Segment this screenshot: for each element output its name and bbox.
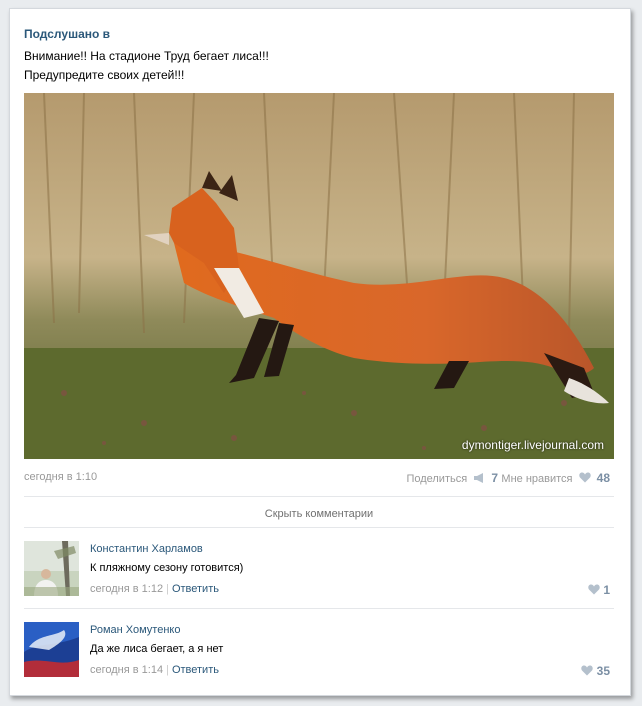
comment-author-link[interactable]: Роман Хомутенко bbox=[90, 624, 180, 636]
post-meta: сегодня в 1:10 Поделиться 7 Мне нравится… bbox=[24, 469, 614, 487]
comment-meta: сегодня в 1:12 | Ответить bbox=[90, 583, 219, 595]
separator: | bbox=[166, 583, 169, 595]
comment-like-button[interactable]: 1 bbox=[585, 583, 610, 598]
fox-photo-illustration bbox=[24, 93, 614, 459]
divider bbox=[24, 527, 614, 528]
heart-icon bbox=[578, 472, 591, 486]
comment-time[interactable]: сегодня в 1:14 bbox=[90, 664, 163, 676]
post-card: Подслушано в Внимание!! На стадионе Труд… bbox=[9, 8, 631, 696]
avatar[interactable] bbox=[24, 541, 79, 596]
comment-text: Да же лиса бегает, а я нет bbox=[90, 643, 224, 655]
share-label: Поделиться bbox=[406, 473, 468, 485]
comment-like-button[interactable]: 35 bbox=[578, 664, 610, 679]
post-text-line-2: Предупредите своих детей!!! bbox=[24, 68, 185, 82]
like-button[interactable]: Мне нравится 48 bbox=[501, 471, 610, 486]
post-text: Внимание!! На стадионе Труд бегает лиса!… bbox=[24, 47, 269, 85]
heart-icon bbox=[581, 665, 594, 679]
reply-button[interactable]: Ответить bbox=[172, 583, 219, 595]
comment-text: К пляжному сезону готовится) bbox=[90, 562, 244, 574]
comment-like-count: 35 bbox=[596, 664, 610, 678]
divider bbox=[24, 496, 614, 497]
like-count: 48 bbox=[596, 471, 610, 485]
reply-button[interactable]: Ответить bbox=[172, 664, 219, 676]
comment-meta: сегодня в 1:14 | Ответить bbox=[90, 664, 219, 676]
comment-like-count: 1 bbox=[603, 583, 610, 597]
comment-item: Роман Хомутенко Да же лиса бегает, а я н… bbox=[24, 622, 614, 692]
hide-comments-button[interactable]: Скрыть комментарии bbox=[24, 503, 614, 525]
comment-author-link[interactable]: Константин Харламов bbox=[90, 543, 203, 555]
share-count: 7 bbox=[491, 471, 498, 485]
separator: | bbox=[166, 664, 169, 676]
avatar[interactable] bbox=[24, 622, 79, 677]
like-label: Мне нравится bbox=[501, 473, 573, 485]
comment-time[interactable]: сегодня в 1:12 bbox=[90, 583, 163, 595]
heart-icon bbox=[588, 584, 600, 598]
post-photo[interactable]: dymontiger.livejournal.com bbox=[24, 93, 614, 459]
group-name-link[interactable]: Подслушано в bbox=[24, 27, 110, 41]
divider bbox=[24, 608, 614, 609]
share-button[interactable]: Поделиться 7 bbox=[406, 471, 498, 486]
comment-item: Константин Харламов К пляжному сезону го… bbox=[24, 541, 614, 611]
post-text-line-1: Внимание!! На стадионе Труд бегает лиса!… bbox=[24, 49, 269, 63]
megaphone-icon bbox=[473, 472, 485, 486]
photo-watermark: dymontiger.livejournal.com bbox=[461, 438, 604, 452]
post-time[interactable]: сегодня в 1:10 bbox=[24, 471, 97, 483]
